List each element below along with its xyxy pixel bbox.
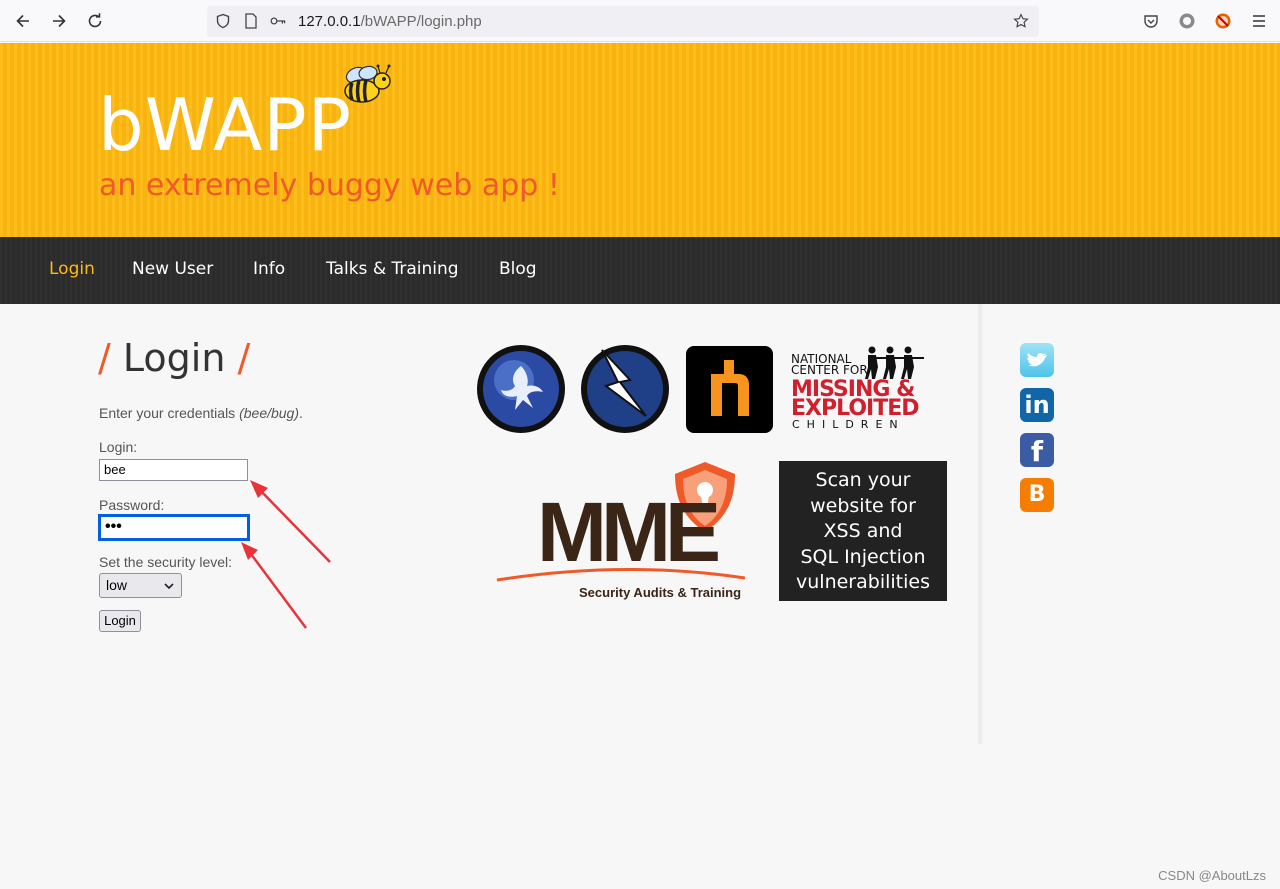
facebook-icon[interactable]: f <box>1020 433 1054 468</box>
ncmec-line-4: EXPLOITED <box>791 396 920 421</box>
chevron-down-icon <box>163 579 175 595</box>
owasp-logo[interactable] <box>476 344 566 439</box>
title-text: Login <box>122 336 226 380</box>
site-tagline: an extremely buggy web app ! <box>99 168 560 203</box>
reload-icon[interactable] <box>83 9 107 33</box>
password-label: Password: <box>99 497 165 513</box>
login-label: Login: <box>99 439 138 455</box>
key-icon[interactable] <box>270 13 286 29</box>
password-input[interactable]: ••• <box>98 514 250 541</box>
login-intro: Enter your credentials (bee/bug). <box>99 405 303 421</box>
scan-ad-line: website for <box>810 494 916 517</box>
intro-text: Enter your credentials <box>99 405 240 421</box>
url-text: 127.0.0.1/bWAPP/login.php <box>298 13 482 30</box>
page-icon <box>243 13 259 29</box>
ncmec-line-2: CENTER FOR <box>791 363 868 377</box>
menu-item-talks-training[interactable]: Talks & Training <box>326 259 459 279</box>
blogger-icon[interactable]: B <box>1020 478 1054 512</box>
ncmec-line-5: CHILDREN <box>792 418 905 431</box>
page-title: / Login / <box>98 336 250 380</box>
bee-icon <box>340 63 396 114</box>
site-header: bWAPP an extremely buggy web app ! <box>0 43 1280 237</box>
lightning-logo[interactable] <box>580 344 670 439</box>
forward-icon[interactable] <box>47 9 71 33</box>
annotation-arrows <box>241 480 331 629</box>
blocker-extension-icon[interactable] <box>1211 9 1235 33</box>
login-input[interactable]: bee <box>99 459 248 481</box>
scan-ad-line: SQL Injection <box>800 545 926 568</box>
menu-item-blog[interactable]: Blog <box>499 259 537 279</box>
twitter-icon[interactable] <box>1020 343 1054 377</box>
intro-end: . <box>299 405 303 421</box>
address-bar[interactable]: 127.0.0.1/bWAPP/login.php <box>207 6 1039 37</box>
browser-toolbar: 127.0.0.1/bWAPP/login.php <box>0 0 1280 42</box>
shield-icon[interactable] <box>215 13 231 29</box>
url-host: 127.0.0.1 <box>298 13 361 30</box>
watermark-text: CSDN @AboutLzs <box>1158 868 1266 883</box>
security-level-select[interactable]: low <box>99 573 182 598</box>
pocket-icon[interactable] <box>1139 9 1163 33</box>
intro-hint: (bee/bug) <box>239 405 300 421</box>
scan-ad-line: vulnerabilities <box>796 571 930 593</box>
mme-subtitle: Security Audits & Training <box>579 585 742 600</box>
back-icon[interactable] <box>11 9 35 33</box>
site-logo[interactable]: bWAPP <box>98 83 352 167</box>
extension-icon[interactable] <box>1175 9 1199 33</box>
scan-ad-line: XSS and <box>823 520 903 542</box>
netsparker-logo[interactable] <box>686 346 773 433</box>
url-path: /bWAPP/login.php <box>360 13 482 30</box>
ncmec-logo[interactable]: NATIONAL CENTER FOR MISSING & EXPLOITED … <box>790 346 935 432</box>
security-level-value: low <box>106 577 128 593</box>
menu-item-login[interactable]: Login <box>49 259 95 279</box>
security-level-label: Set the security level: <box>99 554 233 570</box>
children-silhouette-icon <box>865 346 924 379</box>
menu-item-new-user[interactable]: New User <box>132 259 213 279</box>
scan-ad-banner[interactable]: Scan your website for XSS and SQL Inject… <box>779 461 947 601</box>
main-menu: Login New User Info Talks & Training Blo… <box>0 237 1280 304</box>
menu-item-info[interactable]: Info <box>253 259 285 279</box>
login-button[interactable]: Login <box>99 610 141 632</box>
scan-ad-line: Scan your <box>815 469 911 491</box>
menu-icon[interactable] <box>1247 9 1271 33</box>
mme-wordmark: MME <box>537 485 721 579</box>
star-icon[interactable] <box>1013 13 1029 29</box>
mme-logo[interactable]: MME <box>495 460 760 590</box>
linkedin-icon[interactable]: in <box>1020 388 1054 422</box>
sidebar-divider <box>978 304 981 744</box>
title-slash-right: / <box>237 336 251 380</box>
title-slash-left: / <box>98 336 111 380</box>
